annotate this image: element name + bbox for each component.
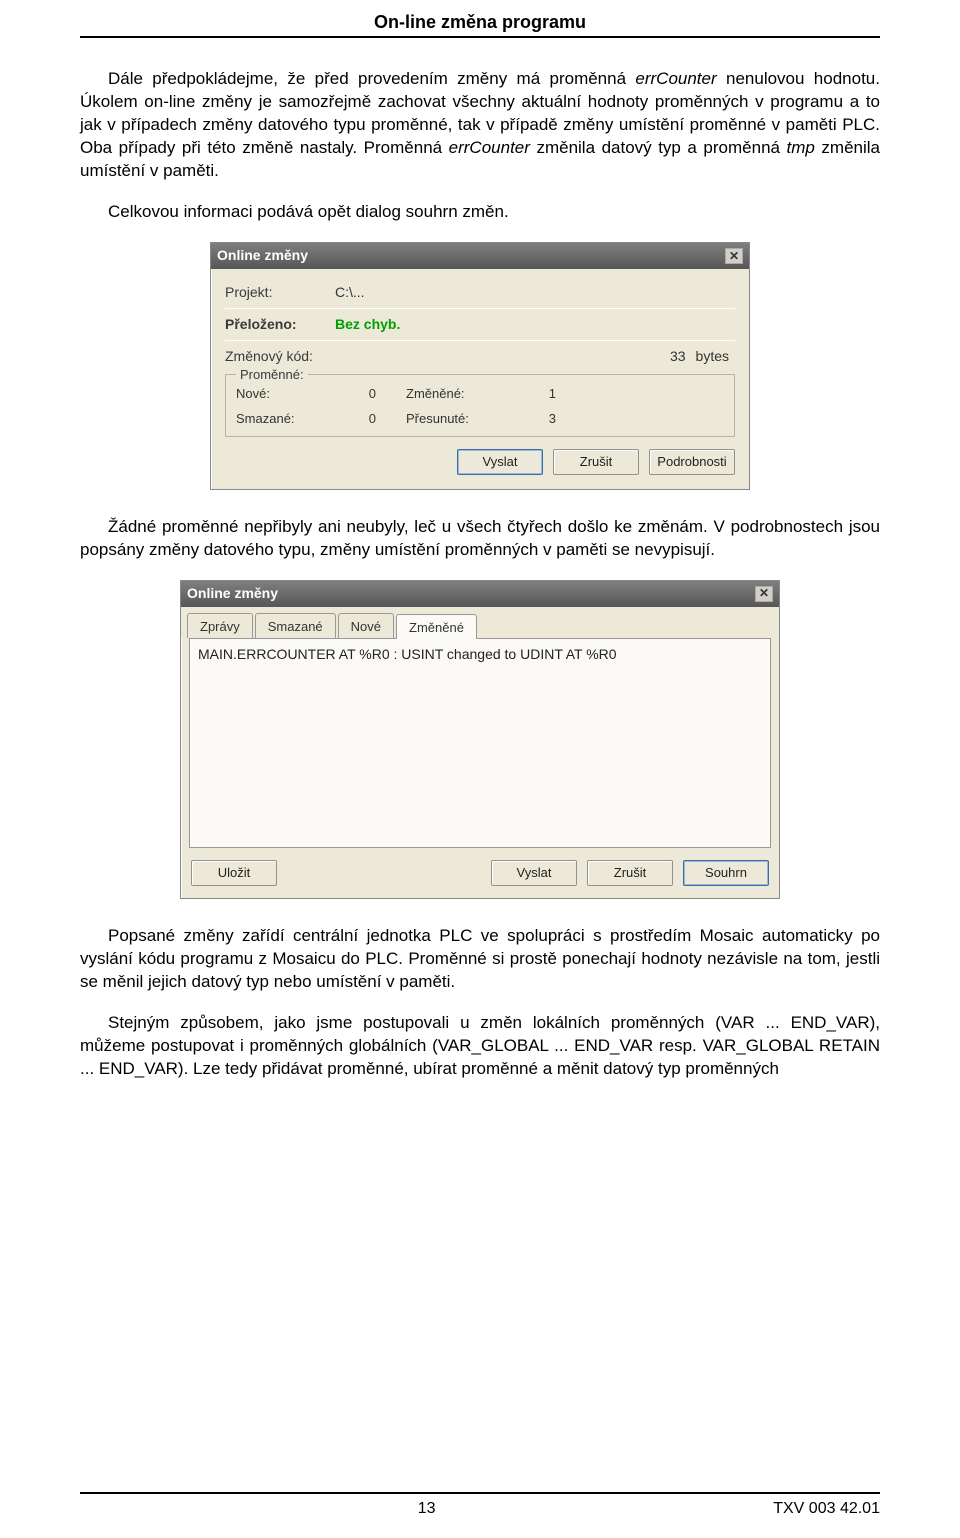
souhrn-button[interactable]: Souhrn: [683, 860, 769, 886]
row-compiled: Přeloženo: Bez chyb.: [225, 315, 735, 334]
paragraph-3: Žádné proměnné nepřibyly ani neubyly, le…: [80, 516, 880, 562]
close-icon: ✕: [759, 585, 769, 601]
vyslat-button[interactable]: Vyslat: [491, 860, 577, 886]
titlebar-text: Online změny: [187, 584, 278, 603]
separator: [225, 340, 735, 341]
nove-value: 0: [346, 385, 386, 403]
zmenene-value: 1: [526, 385, 566, 403]
podrobnosti-button[interactable]: Podrobnosti: [649, 449, 735, 475]
presunute-value: 3: [526, 410, 566, 428]
group-variables: Proměnné: Nové: 0 Změněné: 1 Smazané: 0 …: [225, 374, 735, 437]
text: Dále předpokládejme, že před provedením …: [108, 69, 635, 88]
zmenene-label: Změněné:: [406, 385, 506, 403]
row-change-code: Změnový kód: 33 bytes: [225, 347, 735, 366]
titlebar: Online změny ✕: [181, 581, 779, 607]
ulozit-button[interactable]: Uložit: [191, 860, 277, 886]
tabs: Zprávy Smazané Nové Změněné: [181, 607, 779, 639]
paragraph-4: Popsané změny zařídí centrální jednotka …: [80, 925, 880, 994]
var-tmp: tmp: [787, 138, 815, 157]
doc-id: TXV 003 42.01: [773, 1498, 880, 1520]
detail-textarea[interactable]: MAIN.ERRCOUNTER AT %R0 : USINT changed t…: [189, 638, 771, 848]
smazane-label: Smazané:: [236, 410, 326, 428]
var-errcounter-2: errCounter: [449, 138, 530, 157]
text: změnila datový typ a proměnná: [530, 138, 787, 157]
dialog-online-changes-detail: Online změny ✕ Zprávy Smazané Nové Změně…: [180, 580, 780, 900]
titlebar-text: Online změny: [217, 246, 308, 265]
zrusit-button[interactable]: Zrušit: [587, 860, 673, 886]
compiled-value: Bez chyb.: [335, 315, 735, 334]
close-button[interactable]: ✕: [755, 586, 773, 602]
group-legend: Proměnné:: [236, 366, 308, 384]
tab-smazane[interactable]: Smazané: [255, 613, 336, 639]
header-rule: [80, 36, 880, 38]
separator: [225, 308, 735, 309]
project-value: C:\...: [335, 283, 735, 302]
tab-zpravy[interactable]: Zprávy: [187, 613, 253, 639]
change-code-value: 33: [670, 347, 686, 366]
button-row: Vyslat Zrušit Podrobnosti: [225, 449, 735, 475]
smazane-value: 0: [346, 410, 386, 428]
tab-zmenene[interactable]: Změněné: [396, 614, 477, 640]
close-icon: ✕: [729, 248, 739, 264]
button-row: Uložit Vyslat Zrušit Souhrn: [181, 860, 779, 898]
dialog-body: Projekt: C:\... Přeloženo: Bez chyb. Změ…: [211, 269, 749, 489]
change-code-unit: bytes: [696, 347, 729, 366]
page-number: 13: [418, 1498, 436, 1520]
project-label: Projekt:: [225, 283, 335, 302]
dialog-online-changes-summary: Online změny ✕ Projekt: C:\... Přeloženo…: [210, 242, 750, 490]
page-content: Dále předpokládejme, že před provedením …: [0, 68, 960, 1080]
compiled-label: Přeloženo:: [225, 315, 335, 334]
change-code-label: Změnový kód:: [225, 347, 335, 366]
var-errcounter: errCounter: [635, 69, 716, 88]
footer: 13 TXV 003 42.01: [0, 1494, 960, 1520]
nove-label: Nové:: [236, 385, 326, 403]
paragraph-5: Stejným způsobem, jako jsme postupovali …: [80, 1012, 880, 1081]
zrusit-button[interactable]: Zrušit: [553, 449, 639, 475]
vyslat-button[interactable]: Vyslat: [457, 449, 543, 475]
paragraph-2: Celkovou informaci podává opět dialog so…: [80, 201, 880, 224]
presunute-label: Přesunuté:: [406, 410, 506, 428]
paragraph-1: Dále předpokládejme, že před provedením …: [80, 68, 880, 183]
tab-nove[interactable]: Nové: [338, 613, 394, 639]
page-header: On-line změna programu: [0, 0, 960, 36]
row-project: Projekt: C:\...: [225, 283, 735, 302]
titlebar: Online změny ✕: [211, 243, 749, 269]
close-button[interactable]: ✕: [725, 248, 743, 264]
